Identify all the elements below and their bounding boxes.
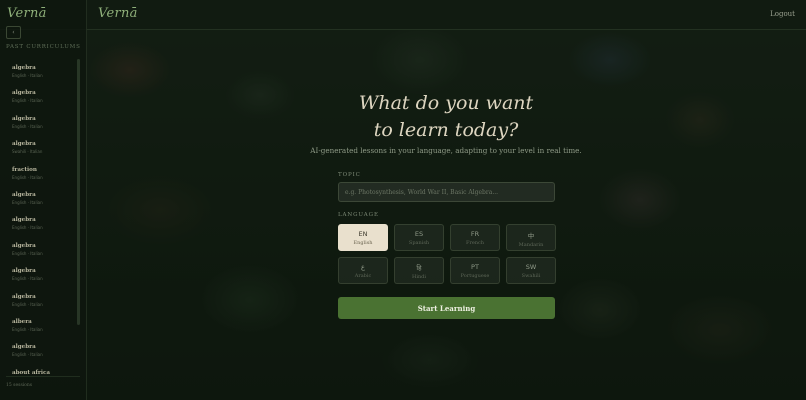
language-option[interactable]: ES Spanish	[394, 224, 444, 251]
sidebar-item-title: algebra	[12, 242, 36, 249]
page-subtitle: AI-generated lessons in your language, a…	[310, 146, 582, 155]
language-code: EN	[358, 230, 368, 238]
sidebar-item[interactable]: algebra Swahili · Italian	[0, 135, 78, 160]
language-label: LANGUAGE	[338, 212, 379, 218]
topic-input[interactable]	[338, 182, 555, 202]
sidebar-item-meta: English · Italian	[12, 174, 43, 180]
sidebar: Vernā ‹ PAST CURRICULUMS algebra English …	[0, 0, 87, 400]
sidebar-scrollbar[interactable]	[77, 59, 80, 325]
sidebar-item[interactable]: algebra English · Italian	[0, 338, 78, 363]
sidebar-item-meta: English · Italian	[12, 250, 43, 256]
sidebar-item[interactable]: about africaEnglish · Italian	[0, 364, 78, 375]
chevron-left-icon: ‹	[12, 29, 15, 36]
sidebar-item[interactable]: algebra English · Italian	[0, 262, 78, 287]
sidebar-item-meta: English · Italian	[12, 352, 43, 358]
language-name: Swahili	[521, 273, 541, 279]
sidebar-item-title: algebra	[12, 217, 36, 224]
sidebar-item[interactable]: algebra English · Italian	[0, 288, 78, 313]
logout-link[interactable]: Logout	[770, 10, 795, 18]
sidebar-item-meta: English · Italian	[12, 276, 43, 282]
sidebar-item-title: fraction	[12, 166, 37, 173]
sidebar-item-meta: English · Italian	[12, 98, 43, 104]
language-name: Hindi	[412, 274, 426, 280]
language-code: ع	[361, 263, 365, 271]
language-name: French	[465, 240, 485, 246]
sidebar-brand: Vernā	[7, 6, 47, 21]
language-code: हि	[416, 264, 422, 272]
sidebar-item[interactable]: algebra English · Italian	[0, 59, 78, 84]
language-code: SW	[525, 263, 537, 271]
start-learning-button[interactable]: Start Learning	[338, 297, 555, 319]
topic-label: TOPIC	[338, 172, 361, 178]
sidebar-item-title: about africa	[12, 369, 50, 375]
language-option[interactable]: ع Arabic	[338, 257, 388, 284]
session-count: 15 sessions	[6, 383, 33, 388]
language-code: FR	[470, 230, 480, 238]
sidebar-item[interactable]: algebra English · Italian	[0, 237, 78, 262]
language-name: Arabic	[354, 273, 372, 279]
sidebar-item[interactable]: algebra English · Italian	[0, 186, 78, 211]
page-title-line-1: What do you want	[358, 92, 534, 114]
language-option[interactable]: SW Swahili	[506, 257, 556, 284]
language-code: ES	[414, 230, 424, 238]
sidebar-item-title: algebra	[12, 268, 36, 275]
sidebar-item-meta: English · Italian	[12, 326, 43, 332]
sidebar-item-meta: English · Italian	[12, 225, 43, 231]
sidebar-item-meta: Swahili · Italian	[12, 149, 43, 155]
past-curriculums-label: PAST CURRICULUMS	[6, 44, 81, 50]
language-name: English	[353, 240, 373, 246]
language-option[interactable]: FR French	[450, 224, 500, 251]
sidebar-item-title: algebra	[12, 344, 36, 351]
collapse-sidebar-button[interactable]: ‹	[6, 26, 21, 39]
sidebar-item-meta: English · Italian	[12, 73, 43, 78]
sidebar-item-meta: English · Italian	[12, 301, 43, 307]
language-option[interactable]: हि Hindi	[394, 257, 444, 284]
language-code: PT	[471, 263, 479, 271]
curriculum-list: algebra English · Italian algebra English ·…	[0, 59, 78, 375]
sidebar-item[interactable]: albera English · Italian	[0, 313, 78, 338]
language-code: 中	[527, 232, 535, 240]
sidebar-item-meta: English · Italian	[12, 199, 43, 205]
language-name: Mandarin	[518, 242, 544, 248]
sidebar-item-title: algebra	[12, 90, 36, 97]
sidebar-item-title: algebra	[12, 65, 36, 71]
sidebar-item[interactable]: algebra English · Italian	[0, 84, 78, 109]
top-bar: Vernā Logout	[0, 0, 806, 30]
sidebar-item-meta: English · Italian	[12, 123, 43, 129]
page-title: What do you want to learn today?	[86, 90, 806, 144]
language-option[interactable]: PT Portuguese	[450, 257, 500, 284]
language-name: Spanish	[408, 240, 430, 246]
sidebar-item[interactable]: algebra English · Italian	[0, 211, 78, 236]
header-brand: Vernā	[98, 6, 138, 21]
sidebar-item-title: algebra	[12, 191, 36, 198]
sidebar-item-title: algebra	[12, 141, 36, 148]
language-name: Portuguese	[460, 273, 490, 279]
language-option[interactable]: 中 Mandarin	[506, 224, 556, 251]
sidebar-item-title: albera	[12, 318, 32, 325]
sidebar-item-title: algebra	[12, 115, 36, 122]
sidebar-item[interactable]: algebra English · Italian	[0, 110, 78, 135]
page-title-line-2: to learn today?	[373, 119, 519, 141]
sidebar-item[interactable]: fraction English · Italian	[0, 161, 78, 186]
sidebar-item-title: algebra	[12, 293, 36, 300]
sidebar-divider	[6, 376, 80, 377]
language-option[interactable]: EN English	[338, 224, 388, 251]
